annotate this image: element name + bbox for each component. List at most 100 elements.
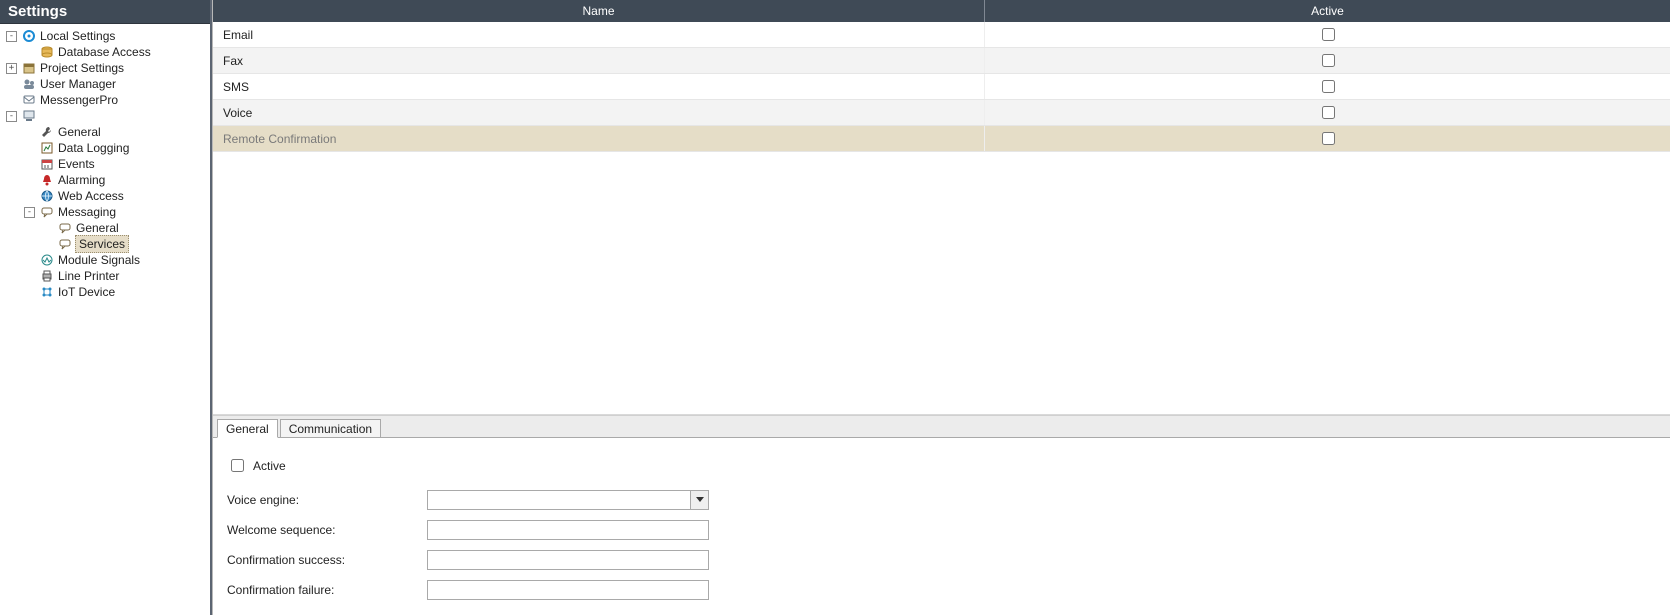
tree-toggle-spacer <box>24 175 35 186</box>
collapse-icon[interactable]: - <box>24 207 35 218</box>
tree-item-usermgr[interactable]: User Manager <box>0 76 210 92</box>
table-row[interactable]: Remote Confirmation <box>213 126 1670 152</box>
table-row[interactable]: Voice <box>213 100 1670 126</box>
tree-item-label: Module Signals <box>57 252 140 268</box>
welcome-sequence-input[interactable] <box>427 520 709 540</box>
tree-toggle-spacer <box>24 271 35 282</box>
tree-toggle-spacer <box>6 79 17 90</box>
confirmation-failure-input[interactable] <box>427 580 709 600</box>
tab-communication[interactable]: Communication <box>280 419 381 438</box>
tree-item-datalog[interactable]: Data Logging <box>0 140 210 156</box>
tree-item-pc[interactable]: - <box>0 108 210 124</box>
chat-icon <box>57 220 73 236</box>
service-active-cell <box>985 103 1670 122</box>
settings-tree: - Local SettingsDatabase Access + Project S… <box>0 24 210 615</box>
tree-item-label: MessengerPro <box>39 92 118 108</box>
tree-item-web[interactable]: Web Access <box>0 188 210 204</box>
tree-item-general[interactable]: General <box>0 124 210 140</box>
services-table-body: EmailFaxSMSVoiceRemote Confirmation <box>213 22 1670 152</box>
tree-item-label: IoT Device <box>57 284 115 300</box>
calendar-icon <box>39 156 55 172</box>
expand-icon[interactable]: + <box>6 63 17 74</box>
tree-item-local[interactable]: - Local Settings <box>0 28 210 44</box>
service-active-cell <box>985 51 1670 70</box>
sidebar: Settings -Local SettingsDatabase Access+… <box>0 0 212 615</box>
service-name-cell: SMS <box>213 74 985 99</box>
service-name-cell: Remote Confirmation <box>213 126 985 151</box>
db-icon <box>39 44 55 60</box>
tree-toggle-spacer <box>24 191 35 202</box>
tree-item-lp[interactable]: Line Printer <box>0 268 210 284</box>
service-active-checkbox[interactable] <box>1322 106 1335 119</box>
datalog-icon <box>39 140 55 156</box>
tree-toggle-spacer <box>24 47 35 58</box>
service-active-cell <box>985 77 1670 96</box>
tree-toggle-spacer <box>24 159 35 170</box>
tree-item-proj[interactable]: + Project Settings <box>0 60 210 76</box>
proj-icon <box>21 60 37 76</box>
tree-item-msg-svc[interactable]: Services <box>0 236 210 252</box>
welcome-sequence-label: Welcome sequence: <box>227 523 427 537</box>
msgpro-icon <box>21 92 37 108</box>
voice-engine-dropdown-button[interactable] <box>690 491 708 509</box>
table-empty-space <box>213 152 1670 415</box>
table-row[interactable]: Email <box>213 22 1670 48</box>
tree-item-label: Alarming <box>57 172 105 188</box>
service-active-checkbox[interactable] <box>1322 132 1335 145</box>
tree-item-msg[interactable]: - Messaging <box>0 204 210 220</box>
column-header-active[interactable]: Active <box>985 0 1670 22</box>
tree-item-msgpro[interactable]: MessengerPro <box>0 92 210 108</box>
chat-icon <box>39 204 55 220</box>
tree-item-label: Local Settings <box>39 28 115 44</box>
tree-item-events[interactable]: Events <box>0 156 210 172</box>
tree-item-db[interactable]: Database Access <box>0 44 210 60</box>
service-active-cell <box>985 25 1670 44</box>
collapse-icon[interactable]: - <box>6 111 17 122</box>
general-panel: Active Voice engine: Welcome <box>213 437 1670 615</box>
chat-icon <box>57 236 73 252</box>
tree-item-label: Project Settings <box>39 60 124 76</box>
tree-toggle-spacer <box>42 223 53 234</box>
tree-item-modsig[interactable]: Module Signals <box>0 252 210 268</box>
tree-item-label: Messaging <box>57 204 116 220</box>
voice-engine-label: Voice engine: <box>227 493 427 507</box>
detail-tabs: General Communication <box>213 415 1670 437</box>
wrench-icon <box>39 124 55 140</box>
tree-toggle-spacer <box>24 127 35 138</box>
tree-toggle-spacer <box>24 287 35 298</box>
gear-blue <box>21 28 37 44</box>
sidebar-title: Settings <box>0 0 210 24</box>
service-active-cell <box>985 129 1670 148</box>
tree-item-label: Events <box>57 156 95 172</box>
active-label[interactable]: Active <box>253 459 286 473</box>
bell-icon <box>39 172 55 188</box>
tree-item-label: Database Access <box>57 44 151 60</box>
tree-toggle-spacer <box>24 255 35 266</box>
service-active-checkbox[interactable] <box>1322 54 1335 67</box>
column-header-name[interactable]: Name <box>213 0 985 22</box>
services-table-header: Name Active <box>213 0 1670 22</box>
tree-item-label: User Manager <box>39 76 116 92</box>
iot-icon <box>39 284 55 300</box>
table-row[interactable]: Fax <box>213 48 1670 74</box>
table-row[interactable]: SMS <box>213 74 1670 100</box>
tree-item-iot[interactable]: IoT Device <box>0 284 210 300</box>
users-icon <box>21 76 37 92</box>
active-checkbox[interactable] <box>231 459 244 472</box>
service-name-cell: Email <box>213 22 985 47</box>
tab-general[interactable]: General <box>217 419 278 438</box>
service-active-checkbox[interactable] <box>1322 80 1335 93</box>
signal-icon <box>39 252 55 268</box>
globe-icon <box>39 188 55 204</box>
collapse-icon[interactable]: - <box>6 31 17 42</box>
tree-toggle-spacer <box>6 95 17 106</box>
tree-item-label: General <box>57 124 101 140</box>
pc-icon <box>21 108 37 124</box>
confirmation-success-input[interactable] <box>427 550 709 570</box>
tree-item-alarm[interactable]: Alarming <box>0 172 210 188</box>
tree-toggle-spacer <box>24 143 35 154</box>
confirmation-failure-label: Confirmation failure: <box>227 583 427 597</box>
tree-item-msg-gen[interactable]: General <box>0 220 210 236</box>
service-active-checkbox[interactable] <box>1322 28 1335 41</box>
voice-engine-combo[interactable] <box>427 490 709 510</box>
